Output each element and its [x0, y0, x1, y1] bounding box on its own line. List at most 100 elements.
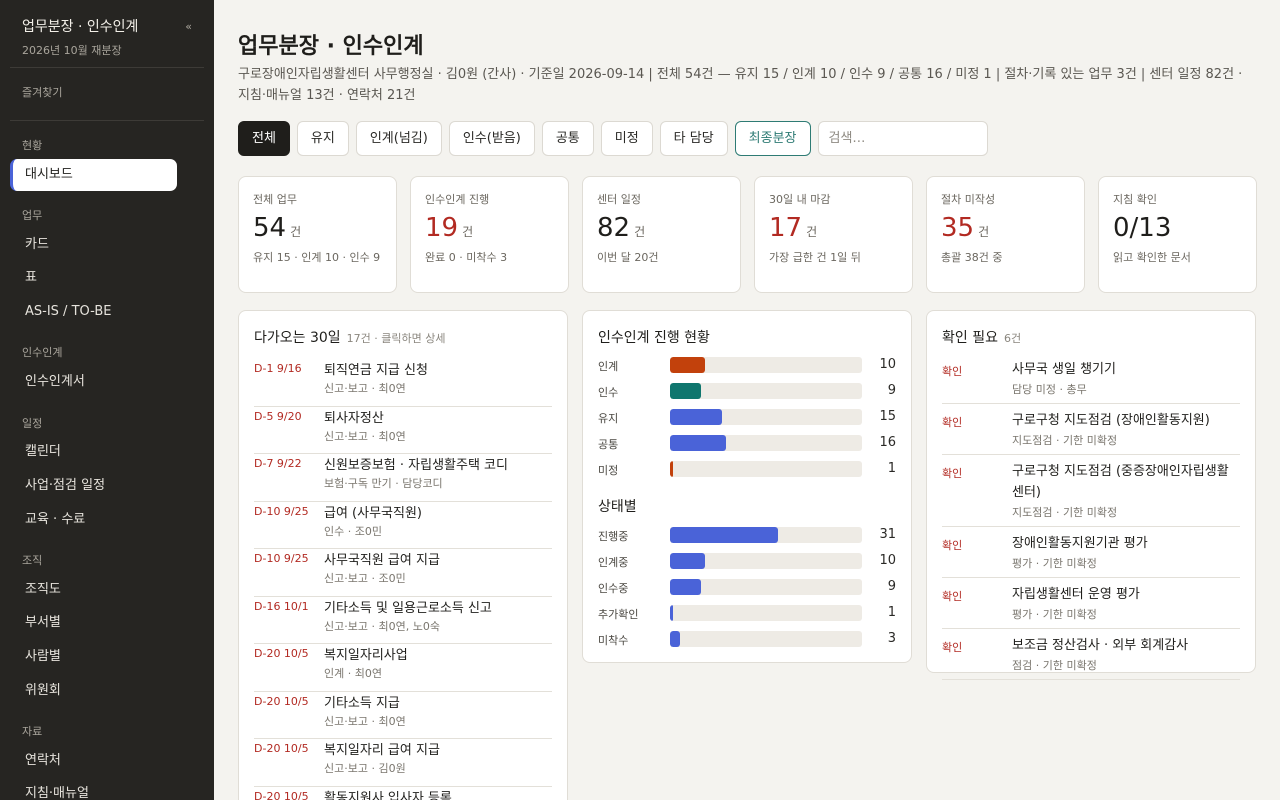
sidebar-header: 업무분장 · 인수인계 2026년 10월 재분장 « [22, 16, 194, 58]
upcoming-item-sub: 신고·보고 · 최0연 [324, 382, 406, 395]
stat-card-procedure[interactable]: 절차 미작성 35 건 총괄 38건 중 [926, 176, 1085, 293]
stat-label: 30일 내 마감 [769, 193, 831, 206]
check-title: 확인 필요 6건 [942, 327, 1021, 347]
stat-value: 54 [253, 213, 287, 243]
check-tag: 확인 [942, 416, 963, 429]
sidebar-item-education[interactable]: 교육 · 수료 [10, 504, 177, 536]
upcoming-item[interactable]: D-20 10/5 복지일자리 급여 지급 신고·보고 · 김0원 [254, 739, 552, 787]
stat-card-deadline[interactable]: 30일 내 마감 17 건 가장 급한 건 1일 뒤 [754, 176, 913, 293]
check-panel: 확인 필요 6건 확인 사무국 생일 챙기기 담당 미정 · 총무 확인 구로구청 지도점… [926, 310, 1256, 680]
status-title: 상태별 [598, 499, 637, 515]
check-tag: 확인 [942, 641, 963, 654]
upcoming-meta: 17건 · 클릭하면 상세 [346, 332, 446, 345]
bar-value: 15 [879, 409, 896, 424]
check-tag: 확인 [942, 365, 963, 378]
sidebar-item-guides[interactable]: 지침·매뉴얼 [10, 778, 177, 800]
search-input[interactable] [817, 121, 988, 156]
sidebar-item-calendar[interactable]: 캘린더 [10, 436, 177, 468]
sidebar-item-table[interactable]: 표 [10, 262, 177, 294]
upcoming-item[interactable]: D-20 10/5 복지일자리사업인계 · 최0연 [254, 644, 552, 692]
upcoming-list: D-1 9/16 퇴직연금 지급 신청 신고·보고 · 최0연 D-5 9/20 퇴사자… [254, 359, 552, 800]
upcoming-item[interactable]: D-10 9/25 급여 (사무국직원) 인수 · 조0민 [254, 502, 552, 549]
check-list: 확인 사무국 생일 챙기기 담당 미정 · 총무 확인 구로구청 지도점검 (장애인활동… [942, 359, 1240, 686]
stat-note: 유지 15 · 인계 10 · 인수 9 [253, 251, 381, 264]
sidebar-item-committee[interactable]: 위원회 [10, 675, 177, 707]
filter-final-button[interactable]: 최종분장 [734, 121, 811, 156]
sidebar-item-card[interactable]: 카드 [10, 229, 177, 261]
upcoming-dday: D-1 9/16 [254, 362, 302, 375]
sidebar-section-org: 조직 [22, 554, 43, 567]
stat-unit: 건 [290, 225, 302, 239]
progress-title: 인수인계 진행 현황 [598, 330, 710, 346]
upcoming-dday: D-20 10/5 [254, 694, 309, 708]
stat-note: 가장 급한 건 1일 뒤 [769, 251, 861, 264]
sidebar: 업무분장 · 인수인계 2026년 10월 재분장 « 즐겨찾기 현황 대시보드… [0, 0, 214, 800]
stat-card-guides[interactable]: 지침 확인 0/13 읽고 확인한 문서 [1098, 176, 1257, 293]
bar-track [670, 553, 862, 569]
bar-track [670, 461, 862, 477]
sidebar-item-dashboard[interactable]: 대시보드 [10, 159, 177, 191]
check-item[interactable]: 확인 보조금 정산검사 · 외부 회계감사 점검 · 기한 미확정 [942, 635, 1240, 680]
filter-keep-button[interactable]: 유지 [296, 121, 349, 156]
bar-track [670, 605, 862, 621]
check-item[interactable]: 확인 구로구청 지도점검 (장애인활동지원) 지도점검 · 기한 미확정 [942, 410, 1240, 455]
filter-takeover-button[interactable]: 인수(받음) [448, 121, 535, 156]
filter-handover-button[interactable]: 인계(넘김) [355, 121, 442, 156]
check-item[interactable]: 확인 사무국 생일 챙기기 담당 미정 · 총무 [942, 359, 1240, 404]
filter-other-button[interactable]: 타 담당 [659, 121, 728, 156]
sidebar-section-handover: 인수인계 [22, 346, 63, 359]
check-item[interactable]: 확인 자립생활센터 운영 평가 평가 · 기한 미확정 [942, 584, 1240, 629]
upcoming-dday: D-10 9/25 [254, 504, 309, 518]
check-item-title: 사무국 생일 챙기기 [1012, 362, 1116, 377]
upcoming-item[interactable]: D-20 10/5 활동지원사 입사자 등록 [254, 787, 552, 800]
bar-label: 공통 [598, 438, 619, 451]
bar-fill [670, 553, 705, 569]
upcoming-item[interactable]: D-10 9/25 사무국직원 급여 지급 신고·보고 · 조0민 [254, 549, 552, 597]
collapse-sidebar-icon[interactable]: « [185, 20, 192, 33]
upcoming-dday: D-16 10/1 [254, 599, 309, 613]
sidebar-item-handover-doc[interactable]: 인수인계서 [10, 366, 177, 398]
sidebar-item-by-person[interactable]: 사람별 [10, 641, 177, 673]
upcoming-item[interactable]: D-5 9/20 퇴사자정산 신고·보고 · 최0연 [254, 407, 552, 454]
sidebar-item-asis-tobe[interactable]: AS-IS / TO-BE [10, 296, 177, 328]
stat-card-schedule[interactable]: 센터 일정 82 건 이번 달 20건 [582, 176, 741, 293]
sidebar-item-contacts[interactable]: 연락처 [10, 745, 177, 777]
sidebar-section-resources: 자료 [22, 725, 43, 738]
upcoming-dday: D-5 9/20 [254, 409, 302, 423]
sidebar-item-org-chart[interactable]: 조직도 [10, 574, 177, 606]
upcoming-item-title: 활동지원사 입사자 등록 [324, 790, 452, 800]
filter-common-button[interactable]: 공통 [541, 121, 594, 156]
check-tag: 확인 [942, 539, 963, 552]
sidebar-section-work: 업무 [22, 209, 43, 222]
page-summary: 구로장애인자립생활센터 사무행정실 · 김0원 (간사) · 기준일 2026-… [238, 67, 1243, 103]
upcoming-item-sub: 인계 · 최0연 [324, 667, 382, 680]
stat-card-total[interactable]: 전체 업무 54 건 유지 15 · 인계 10 · 인수 9 [238, 176, 397, 293]
stat-value: 19 [425, 213, 459, 243]
upcoming-item[interactable]: D-1 9/16 퇴직연금 지급 신청 신고·보고 · 최0연 [254, 359, 552, 407]
upcoming-dday: D-20 10/5 [254, 647, 309, 660]
check-count: 6건 [1003, 332, 1022, 345]
bar-row: 인수중 9 [598, 579, 896, 595]
check-item[interactable]: 확인 장애인활동지원기관 평가 평가 · 기한 미확정 [942, 533, 1240, 578]
stat-unit: 건 [462, 225, 474, 239]
bar-track [670, 579, 862, 595]
filter-all-button[interactable]: 전체 [238, 121, 290, 156]
upcoming-item-title: 복지일자리사업 [324, 648, 408, 663]
stat-note: 읽고 확인한 문서 [1113, 251, 1191, 264]
filter-undecided-button[interactable]: 미정 [600, 121, 653, 156]
bar-fill [670, 435, 726, 451]
stat-note: 이번 달 20건 [597, 251, 659, 264]
bar-row: 추가확인 1 [598, 605, 896, 621]
bar-value: 3 [887, 631, 896, 646]
bar-row: 진행중 31 [598, 527, 896, 543]
upcoming-item[interactable]: D-20 10/5 기타소득 지급 신고·보고 · 최0연 [254, 692, 552, 739]
bar-label: 인수 [598, 386, 619, 399]
sidebar-item-by-dept[interactable]: 부서별 [10, 607, 177, 639]
upcoming-item[interactable]: D-16 10/1 기타소득 및 일용근로소득 신고 신고·보고 · 최0연, 노0… [254, 597, 552, 644]
bar-row: 인계 10 [598, 357, 896, 373]
bar-row: 미정 1 [598, 461, 896, 477]
upcoming-item[interactable]: D-7 9/22 신원보증보험 · 자립생활주택 코디 보험·구독 만기 · 담당코… [254, 454, 552, 502]
stat-card-handover[interactable]: 인수인계 진행 19 건 완료 0 · 미착수 3 [410, 176, 569, 293]
check-item[interactable]: 확인 구로구청 지도점검 (중증장애인자립생활센터) 지도점검 · 기한 미확정 [942, 461, 1240, 527]
sidebar-item-biz-schedule[interactable]: 사업·점검 일정 [10, 470, 177, 502]
